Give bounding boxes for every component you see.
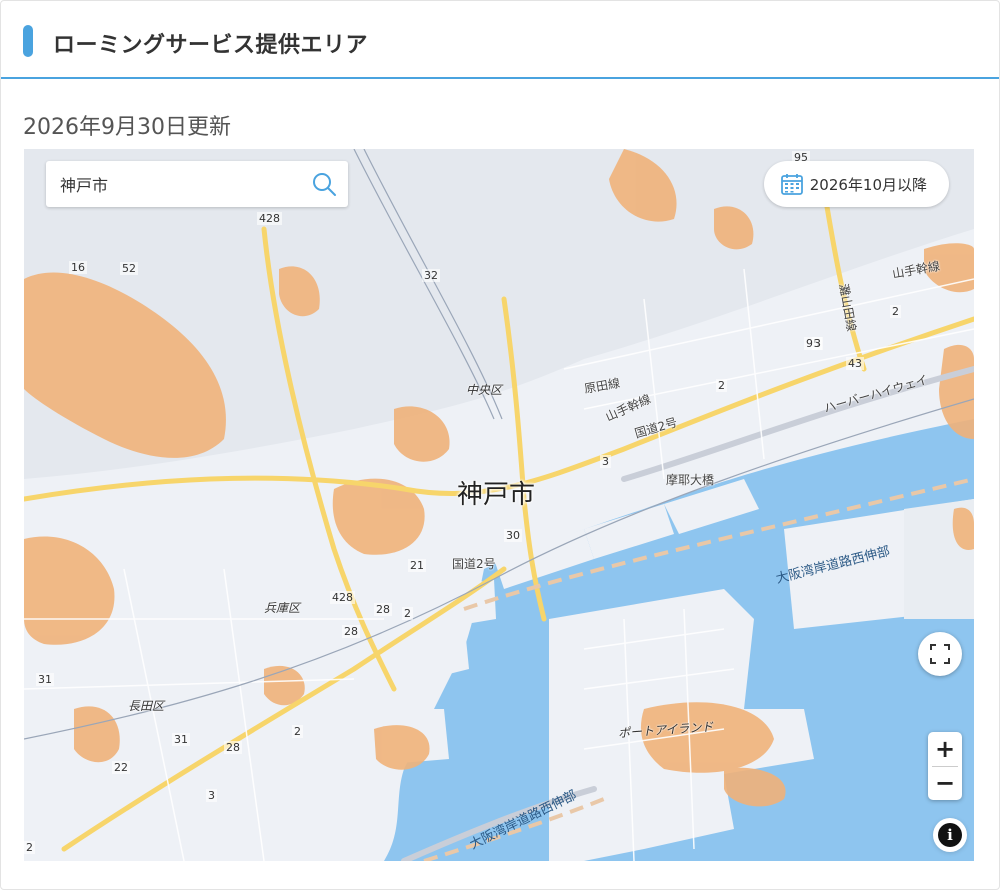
zoom-control: + −: [928, 732, 962, 800]
route-number: 22: [112, 761, 130, 774]
route-number: 428: [330, 591, 355, 604]
map-search: [46, 161, 348, 207]
road-label-route2-west: 国道2号: [452, 557, 496, 571]
route-number: 28: [342, 625, 360, 638]
search-input[interactable]: [46, 161, 296, 207]
fullscreen-button[interactable]: [918, 632, 962, 676]
route-number: 3: [812, 337, 823, 350]
city-label: 神戸市: [457, 480, 536, 510]
road-label-maya-bridge: 摩耶大橋: [666, 473, 715, 487]
fullscreen-icon: [930, 644, 950, 664]
route-number: 2: [292, 725, 303, 738]
route-number: 52: [120, 262, 138, 275]
updated-date: 2026年9月30日更新: [23, 115, 231, 140]
district-label-hyogo: 兵庫区: [264, 601, 301, 615]
date-filter-button[interactable]: 2026年10月以降: [763, 161, 949, 207]
coverage-map[interactable]: 神戸市 中央区 兵庫区 長田区 ポートアイランド 国道2号 国道2号 山手幹線 …: [24, 149, 974, 861]
route-number: 2: [402, 607, 413, 620]
route-number: 21: [408, 559, 426, 572]
card-header: ローミングサービス提供エリア: [1, 1, 999, 79]
route-number: 31: [172, 733, 190, 746]
header-accent-bar: [23, 25, 33, 57]
date-filter-label: 2026年10月以降: [809, 175, 927, 194]
route-number: 3: [600, 455, 611, 468]
coverage-card: ローミングサービス提供エリア 2026年9月30日更新 神戸市 中央区 兵庫区 …: [0, 0, 1000, 890]
district-label-nagata: 長田区: [128, 699, 165, 713]
calendar-icon: [780, 174, 803, 195]
route-number: 3: [206, 789, 217, 802]
district-label-chuo: 中央区: [466, 383, 503, 397]
page-title: ローミングサービス提供エリア: [53, 33, 369, 58]
route-number: 16: [69, 261, 87, 274]
route-number: 28: [374, 603, 392, 616]
zoom-in-button[interactable]: +: [928, 732, 962, 766]
route-number: 2: [890, 305, 901, 318]
info-button[interactable]: i: [938, 823, 962, 847]
route-number: 32: [422, 269, 440, 282]
search-icon[interactable]: [310, 170, 338, 198]
route-number: 30: [504, 529, 522, 542]
route-number: 2: [716, 379, 727, 392]
zoom-out-button[interactable]: −: [928, 766, 962, 800]
route-number: 428: [257, 212, 282, 225]
route-number: 31: [36, 673, 54, 686]
route-number: 2: [24, 841, 35, 854]
route-number: 28: [224, 741, 242, 754]
route-number: 43: [846, 357, 864, 370]
